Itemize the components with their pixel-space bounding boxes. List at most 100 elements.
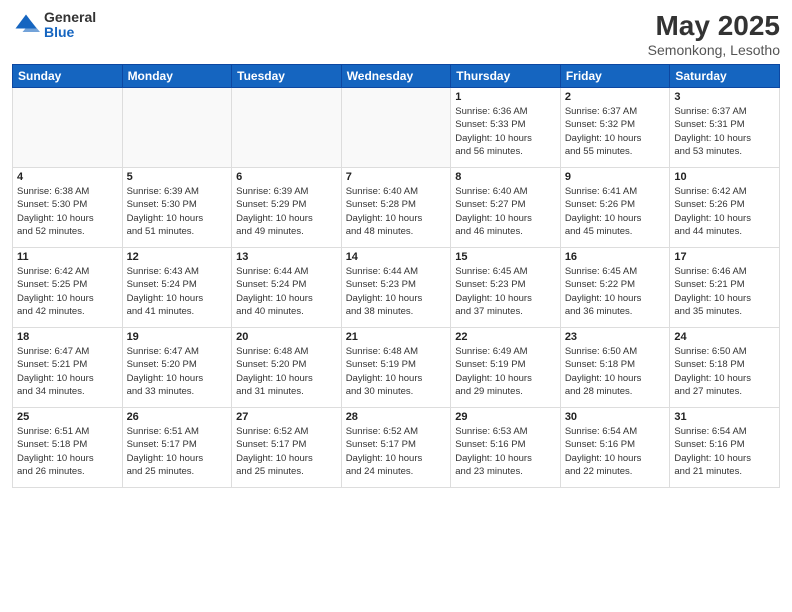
table-row: 26Sunrise: 6:51 AM Sunset: 5:17 PM Dayli…: [122, 408, 232, 488]
title-block: May 2025 Semonkong, Lesotho: [648, 10, 780, 58]
day-number: 18: [17, 331, 118, 343]
logo-general-label: General: [44, 10, 96, 25]
calendar-week-3: 11Sunrise: 6:42 AM Sunset: 5:25 PM Dayli…: [13, 248, 780, 328]
day-number: 13: [236, 251, 337, 263]
table-row: 20 Sunrise: 6:48 AM Sunset: 5:20 PM Dayli…: [232, 328, 342, 408]
cell-text: Sunrise: 6:44 AM Sunset: 5:24 PM Dayligh…: [236, 265, 337, 318]
cell-text: Sunrise: 6:51 AM Sunset: 5:18 PM Dayligh…: [17, 425, 118, 478]
table-row: 28 Sunrise: 6:52 AM Sunset: 5:17 PM Dayli…: [341, 408, 451, 488]
cell-text: Sunrise: 6:39 AM Sunset: 5:30 PM Dayligh…: [127, 185, 228, 238]
day-number: 24: [674, 331, 775, 343]
calendar-table: Sunday Monday Tuesday Wednesday Thursday…: [12, 64, 780, 488]
cell-text: Sunrise: 6:40 AM Sunset: 5:27 PM Dayligh…: [455, 185, 556, 238]
table-row: 3 Sunrise: 6:37 AM Sunset: 5:31 PM Daylig…: [670, 88, 780, 168]
day-number: 1: [455, 91, 556, 103]
table-row: 24Sunrise: 6:50 AM Sunset: 5:18 PM Dayli…: [670, 328, 780, 408]
day-number: 14: [346, 251, 447, 263]
day-number: 4: [17, 171, 118, 183]
day-number: 26: [127, 411, 228, 423]
logo-icon: [12, 11, 40, 39]
day-number: 5: [127, 171, 228, 183]
header-wednesday: Wednesday: [341, 65, 451, 88]
cell-text: Sunrise: 6:47 AM Sunset: 5:20 PM Dayligh…: [127, 345, 228, 398]
cell-text: Sunrise: 6:38 AM Sunset: 5:30 PM Dayligh…: [17, 185, 118, 238]
table-row: [122, 88, 232, 168]
table-row: 18Sunrise: 6:47 AM Sunset: 5:21 PM Dayli…: [13, 328, 123, 408]
table-row: 17 Sunrise: 6:46 AM Sunset: 5:21 PM Dayli…: [670, 248, 780, 328]
day-number: 31: [674, 411, 775, 423]
weekday-header-row: Sunday Monday Tuesday Wednesday Thursday…: [13, 65, 780, 88]
table-row: 13 Sunrise: 6:44 AM Sunset: 5:24 PM Dayli…: [232, 248, 342, 328]
day-number: 19: [127, 331, 228, 343]
table-row: 21 Sunrise: 6:48 AM Sunset: 5:19 PM Dayli…: [341, 328, 451, 408]
table-row: [341, 88, 451, 168]
table-row: 15Sunrise: 6:45 AM Sunset: 5:23 PM Dayli…: [451, 248, 561, 328]
cell-text: Sunrise: 6:44 AM Sunset: 5:23 PM Dayligh…: [346, 265, 447, 318]
cell-text: Sunrise: 6:52 AM Sunset: 5:17 PM Dayligh…: [346, 425, 447, 478]
calendar-location: Semonkong, Lesotho: [648, 42, 780, 58]
day-number: 23: [565, 331, 666, 343]
cell-text: Sunrise: 6:37 AM Sunset: 5:31 PM Dayligh…: [674, 105, 775, 158]
day-number: 25: [17, 411, 118, 423]
cell-text: Sunrise: 6:43 AM Sunset: 5:24 PM Dayligh…: [127, 265, 228, 318]
table-row: 25 Sunrise: 6:51 AM Sunset: 5:18 PM Dayli…: [13, 408, 123, 488]
table-row: 30 Sunrise: 6:54 AM Sunset: 5:16 PM Dayli…: [560, 408, 670, 488]
day-number: 17: [674, 251, 775, 263]
cell-text: Sunrise: 6:42 AM Sunset: 5:26 PM Dayligh…: [674, 185, 775, 238]
header-monday: Monday: [122, 65, 232, 88]
cell-text: Sunrise: 6:42 AM Sunset: 5:25 PM Dayligh…: [17, 265, 118, 318]
day-number: 7: [346, 171, 447, 183]
table-row: [13, 88, 123, 168]
cell-text: Sunrise: 6:45 AM Sunset: 5:23 PM Dayligh…: [455, 265, 556, 318]
table-row: 8 Sunrise: 6:40 AM Sunset: 5:27 PM Daylig…: [451, 168, 561, 248]
table-row: 5 Sunrise: 6:39 AM Sunset: 5:30 PM Daylig…: [122, 168, 232, 248]
table-row: 2Sunrise: 6:37 AM Sunset: 5:32 PM Daylig…: [560, 88, 670, 168]
day-number: 16: [565, 251, 666, 263]
header-saturday: Saturday: [670, 65, 780, 88]
table-row: 23 Sunrise: 6:50 AM Sunset: 5:18 PM Dayli…: [560, 328, 670, 408]
logo-blue-label: Blue: [44, 25, 96, 40]
table-row: 9Sunrise: 6:41 AM Sunset: 5:26 PM Daylig…: [560, 168, 670, 248]
table-row: 14 Sunrise: 6:44 AM Sunset: 5:23 PM Dayli…: [341, 248, 451, 328]
day-number: 8: [455, 171, 556, 183]
calendar-title: May 2025: [648, 10, 780, 42]
cell-text: Sunrise: 6:45 AM Sunset: 5:22 PM Dayligh…: [565, 265, 666, 318]
table-row: [232, 88, 342, 168]
cell-text: Sunrise: 6:50 AM Sunset: 5:18 PM Dayligh…: [565, 345, 666, 398]
cell-text: Sunrise: 6:46 AM Sunset: 5:21 PM Dayligh…: [674, 265, 775, 318]
table-row: 29Sunrise: 6:53 AM Sunset: 5:16 PM Dayli…: [451, 408, 561, 488]
table-row: 19 Sunrise: 6:47 AM Sunset: 5:20 PM Dayli…: [122, 328, 232, 408]
day-number: 28: [346, 411, 447, 423]
table-row: 7Sunrise: 6:40 AM Sunset: 5:28 PM Daylig…: [341, 168, 451, 248]
cell-text: Sunrise: 6:36 AM Sunset: 5:33 PM Dayligh…: [455, 105, 556, 158]
cell-text: Sunrise: 6:48 AM Sunset: 5:19 PM Dayligh…: [346, 345, 447, 398]
table-row: 10 Sunrise: 6:42 AM Sunset: 5:26 PM Dayli…: [670, 168, 780, 248]
day-number: 29: [455, 411, 556, 423]
day-number: 3: [674, 91, 775, 103]
day-number: 30: [565, 411, 666, 423]
day-number: 20: [236, 331, 337, 343]
day-number: 12: [127, 251, 228, 263]
cell-text: Sunrise: 6:39 AM Sunset: 5:29 PM Dayligh…: [236, 185, 337, 238]
cell-text: Sunrise: 6:52 AM Sunset: 5:17 PM Dayligh…: [236, 425, 337, 478]
header: General Blue May 2025 Semonkong, Lesotho: [12, 10, 780, 58]
table-row: 4 Sunrise: 6:38 AM Sunset: 5:30 PM Daylig…: [13, 168, 123, 248]
table-row: 12 Sunrise: 6:43 AM Sunset: 5:24 PM Dayli…: [122, 248, 232, 328]
calendar-week-5: 25 Sunrise: 6:51 AM Sunset: 5:18 PM Dayli…: [13, 408, 780, 488]
day-number: 9: [565, 171, 666, 183]
cell-text: Sunrise: 6:54 AM Sunset: 5:16 PM Dayligh…: [565, 425, 666, 478]
day-number: 27: [236, 411, 337, 423]
table-row: 6 Sunrise: 6:39 AM Sunset: 5:29 PM Daylig…: [232, 168, 342, 248]
table-row: 11Sunrise: 6:42 AM Sunset: 5:25 PM Dayli…: [13, 248, 123, 328]
cell-text: Sunrise: 6:54 AM Sunset: 5:16 PM Dayligh…: [674, 425, 775, 478]
header-tuesday: Tuesday: [232, 65, 342, 88]
cell-text: Sunrise: 6:48 AM Sunset: 5:20 PM Dayligh…: [236, 345, 337, 398]
table-row: 16 Sunrise: 6:45 AM Sunset: 5:22 PM Dayli…: [560, 248, 670, 328]
table-row: 27 Sunrise: 6:52 AM Sunset: 5:17 PM Dayli…: [232, 408, 342, 488]
day-number: 21: [346, 331, 447, 343]
day-number: 6: [236, 171, 337, 183]
header-friday: Friday: [560, 65, 670, 88]
table-row: 31 Sunrise: 6:54 AM Sunset: 5:16 PM Dayli…: [670, 408, 780, 488]
day-number: 10: [674, 171, 775, 183]
table-row: 1 Sunrise: 6:36 AM Sunset: 5:33 PM Daylig…: [451, 88, 561, 168]
